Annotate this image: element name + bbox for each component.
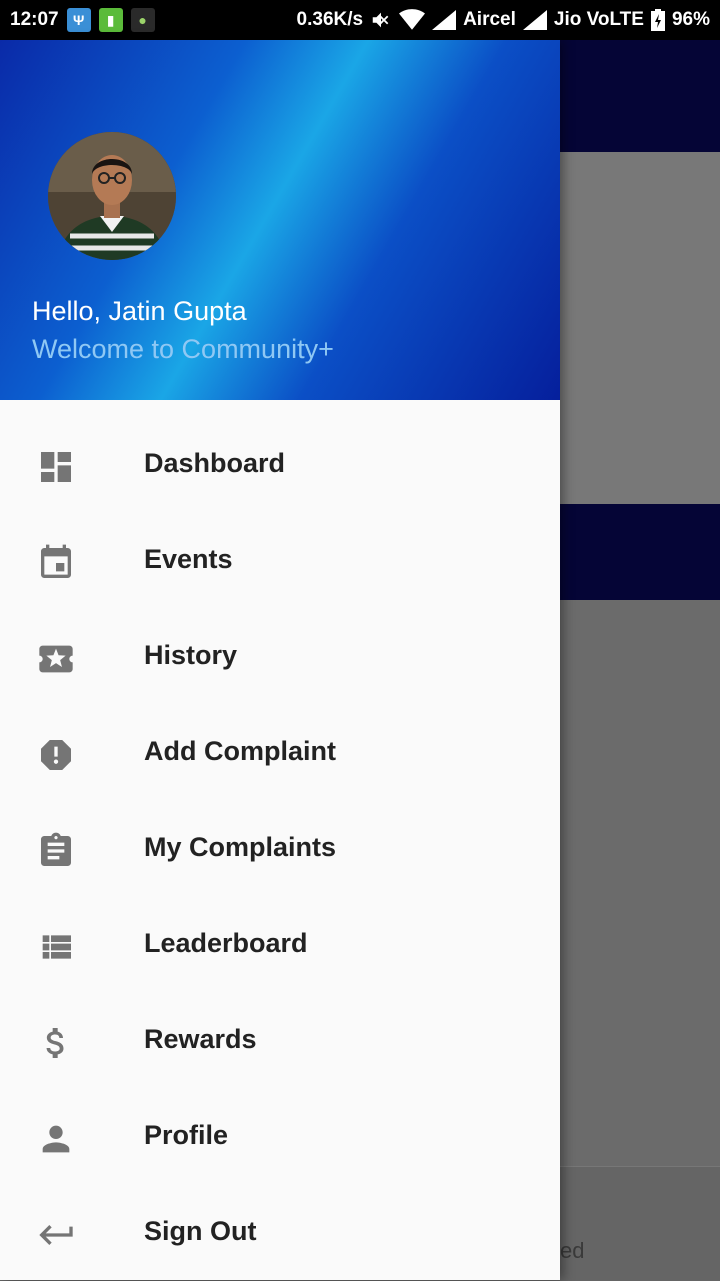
person-icon [36, 1119, 76, 1159]
menu-item-rewards[interactable]: Rewards [0, 993, 560, 1089]
menu-label-dashboard: Dashboard [144, 448, 286, 478]
user-greeting: Hello, Jatin Gupta [32, 296, 247, 326]
menu-label-leaderboard: Leaderboard [144, 928, 308, 958]
background-partial-text: ed [560, 1238, 585, 1263]
battery-icon [650, 9, 665, 31]
menu-item-events[interactable]: Events [0, 513, 560, 609]
android-icon: ● [130, 8, 155, 32]
battery-level: 96% [671, 9, 710, 30]
alert-icon [36, 735, 76, 775]
sign-out-icon [36, 1215, 76, 1255]
status-time: 12:07 [10, 9, 59, 30]
menu-item-leaderboard[interactable]: Leaderboard [0, 897, 560, 993]
menu-item-dashboard[interactable]: Dashboard [0, 417, 560, 513]
carrier-1: Aircel [463, 9, 516, 30]
carrier-2: Jio VoLTE [553, 9, 644, 30]
dollar-icon [36, 1023, 76, 1063]
menu-label-my-complaints: My Complaints [144, 832, 337, 862]
drawer-menu: Dashboard Events History Add Complaint M… [0, 417, 560, 1281]
wifi-icon [399, 9, 426, 31]
signal-icon-2 [522, 10, 547, 30]
network-speed: 0.36K/s [296, 9, 364, 30]
battery-notification-icon: ▮ [98, 8, 123, 32]
menu-label-events: Events [144, 544, 233, 574]
menu-label-sign-out: Sign Out [144, 1216, 257, 1246]
event-icon [36, 543, 76, 583]
clipboard-icon [36, 831, 76, 871]
menu-item-history[interactable]: History [0, 609, 560, 705]
navigation-drawer: Hello, Jatin Gupta Welcome to Community+… [0, 40, 560, 1280]
drawer-header: Hello, Jatin Gupta Welcome to Community+ [0, 40, 560, 400]
avatar[interactable] [48, 132, 176, 260]
menu-label-rewards: Rewards [144, 1024, 257, 1054]
dashboard-icon [36, 447, 76, 487]
ticket-star-icon [36, 639, 76, 679]
signal-icon-1 [432, 10, 457, 30]
usb-icon: Ψ [66, 8, 91, 32]
status-bar: 12:07 Ψ ▮ ● 0.36K/s Aircel Jio VoLTE 96% [0, 0, 720, 40]
list-icon [36, 927, 76, 967]
mute-icon [370, 9, 392, 31]
menu-label-add-complaint: Add Complaint [144, 736, 336, 766]
welcome-subtitle: Welcome to Community+ [32, 334, 334, 364]
menu-label-history: History [144, 640, 238, 670]
menu-item-sign-out[interactable]: Sign Out [0, 1185, 560, 1281]
menu-item-add-complaint[interactable]: Add Complaint [0, 705, 560, 801]
menu-item-my-complaints[interactable]: My Complaints [0, 801, 560, 897]
menu-label-profile: Profile [144, 1120, 229, 1150]
menu-item-profile[interactable]: Profile [0, 1089, 560, 1185]
